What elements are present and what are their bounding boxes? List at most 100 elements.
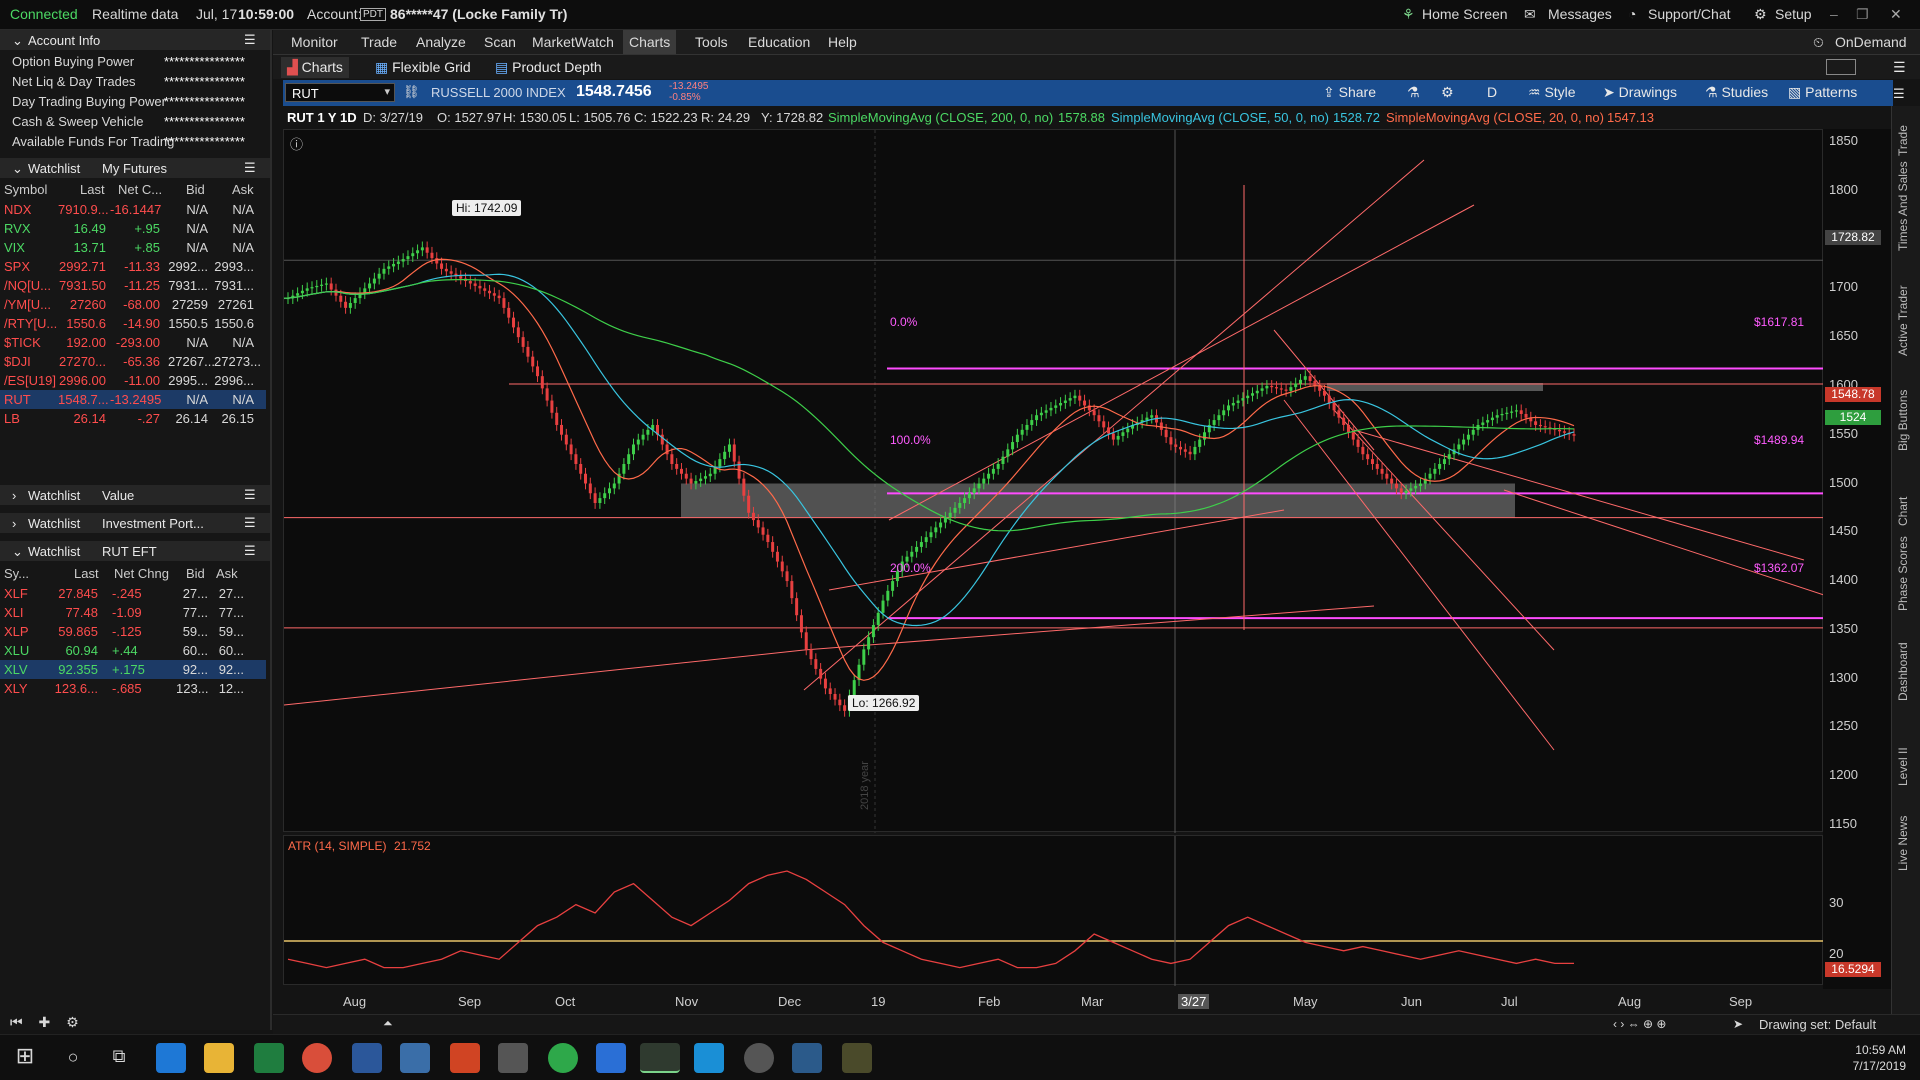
flask-icon[interactable]: ⚗ — [1407, 84, 1420, 101]
app-green-icon[interactable] — [548, 1043, 578, 1073]
chevron-down-icon[interactable]: ⌄ — [12, 544, 23, 560]
atr-study-panel[interactable]: ATR (14, SIMPLE) 21.752 — [283, 835, 1824, 986]
tool-app-icon[interactable] — [842, 1043, 872, 1073]
table-row[interactable]: $TICK 192.00 -293.00 N/A N/A — [0, 333, 266, 352]
messages-button[interactable]: Messages — [1548, 6, 1612, 22]
support-button[interactable]: Support/Chat — [1648, 6, 1731, 22]
scroll-controls[interactable]: ‹ › ⇔ ⊕ ⊕ — [1613, 1017, 1666, 1031]
table-row[interactable]: RUT 1548.7... -13.2495 N/A N/A — [0, 390, 266, 409]
grid-menu-icon[interactable]: ☰ — [1893, 59, 1906, 76]
edge-icon[interactable] — [156, 1043, 186, 1073]
snowflake-icon[interactable] — [792, 1043, 822, 1073]
task-view-icon[interactable]: ⧉ — [104, 1046, 134, 1076]
chevron-right-icon[interactable]: › — [12, 516, 16, 531]
right-tab-big-buttons[interactable]: Big Buttons — [1896, 390, 1910, 451]
atr-label[interactable]: ATR (14, SIMPLE) — [288, 839, 386, 853]
thinkorswim-icon[interactable] — [640, 1043, 680, 1073]
windows-start-icon[interactable]: ⊞ — [10, 1043, 40, 1073]
menu-icon[interactable]: ☰ — [244, 515, 256, 531]
chevron-down-icon[interactable]: ⌄ — [12, 161, 23, 177]
tab-flexible-grid[interactable]: ▦ Flexible Grid — [375, 59, 471, 76]
symbol-input[interactable]: RUT ▾ — [285, 83, 395, 102]
menu-trade[interactable]: Trade — [361, 34, 397, 50]
cursor-icon[interactable]: ➤ — [1733, 1017, 1743, 1031]
sma20-label[interactable]: SimpleMovingAvg (CLOSE, 20, 0, no) — [1386, 110, 1604, 125]
menu-icon[interactable]: ☰ — [244, 487, 256, 503]
link-icon[interactable]: ⛓ — [403, 84, 420, 100]
ondemand-icon[interactable]: ⏲ — [1813, 34, 1824, 51]
table-row[interactable]: XLU 60.94 +.44 60... 60... — [0, 641, 266, 660]
share-button[interactable]: ⇪ Share — [1323, 84, 1376, 101]
menu-marketwatch[interactable]: MarketWatch — [532, 34, 614, 50]
drawing-set-selector[interactable]: Drawing set: Default — [1759, 1017, 1876, 1032]
menu-icon[interactable]: ☰ — [244, 160, 256, 176]
file-explorer-icon[interactable] — [204, 1043, 234, 1073]
chrome-icon[interactable] — [302, 1043, 332, 1073]
right-tab-phase-scores[interactable]: Phase Scores — [1896, 536, 1910, 611]
home-screen-icon[interactable]: ⚘ — [1402, 6, 1415, 23]
search-icon[interactable]: ○ — [58, 1047, 88, 1077]
collapse-icon[interactable]: ⏮ — [10, 1014, 23, 1030]
table-row[interactable]: XLI 77.48 -1.09 77... 77... — [0, 603, 266, 622]
table-row[interactable]: /RTY[U... 1550.6 -14.90 1550.5 1550.6 — [0, 314, 266, 333]
style-button[interactable]: ♒ Style — [1528, 84, 1576, 101]
table-row[interactable]: LB 26.14 -.27 26.14 26.15 — [0, 409, 266, 428]
clock-date[interactable]: 7/17/2019 — [1853, 1059, 1906, 1073]
checkmark-app-icon[interactable] — [596, 1043, 626, 1073]
menu-icon[interactable]: ☰ — [244, 543, 256, 559]
watchlist-header-rut-eft[interactable]: ⌄ Watchlist RUT EFT ☰ — [0, 541, 270, 561]
skype-icon[interactable] — [694, 1043, 724, 1073]
right-tab-level-ii[interactable]: Level II — [1896, 747, 1910, 786]
sma200-label[interactable]: SimpleMovingAvg (CLOSE, 200, 0, no) — [828, 110, 1053, 125]
table-row[interactable]: RVX 16.49 +.95 N/A N/A — [0, 219, 266, 238]
chevron-right-icon[interactable]: › — [12, 488, 16, 503]
chevron-down-icon[interactable]: ▾ — [384, 85, 390, 98]
right-tab-trade[interactable]: Trade — [1896, 125, 1910, 156]
account-info-header[interactable]: ⌄ Account Info ☰ — [0, 30, 270, 50]
table-row[interactable]: /NQ[U... 7931.50 -11.25 7931... 7931... — [0, 276, 266, 295]
watchlist-header-futures[interactable]: ⌄ Watchlist My Futures ☰ — [0, 158, 270, 178]
layout-icon[interactable] — [1826, 59, 1856, 75]
menu-icon[interactable]: ☰ — [244, 32, 256, 48]
menu-scan[interactable]: Scan — [484, 34, 516, 50]
clock-time[interactable]: 10:59 AM — [1855, 1043, 1906, 1057]
right-tab-live-news[interactable]: Live News — [1896, 816, 1910, 871]
price-axis[interactable]: 1850180017501700165016001550150014501400… — [1823, 129, 1891, 989]
word-icon[interactable] — [352, 1043, 382, 1073]
table-row[interactable]: SPX 2992.71 -11.33 2992... 2993... — [0, 257, 266, 276]
chevron-down-icon[interactable]: ⌄ — [12, 33, 23, 49]
powerpoint-icon[interactable] — [450, 1043, 480, 1073]
table-row[interactable]: XLP 59.865 -.125 59... 59... — [0, 622, 266, 641]
expand-icon[interactable]: ⏶ — [383, 1016, 393, 1031]
patterns-button[interactable]: ▧ Patterns — [1788, 84, 1857, 101]
info-icon[interactable]: ⓘ — [290, 134, 303, 153]
time-axis[interactable]: Aug Sep Oct Nov Dec 19 Feb Mar 3/27 May Jun Jul Aug S… — [283, 990, 1823, 1014]
menu-education[interactable]: Education — [748, 34, 810, 50]
watchlist-header-investment[interactable]: › Watchlist Investment Port... ☰ — [0, 513, 270, 533]
aggregation-d-button[interactable]: D — [1487, 84, 1497, 100]
drawings-button[interactable]: ➤ Drawings — [1603, 84, 1677, 101]
restore-icon[interactable]: ❐ — [1856, 6, 1869, 23]
realtime-status[interactable]: Realtime data — [92, 6, 178, 22]
close-icon[interactable]: ✕ — [1890, 6, 1902, 23]
table-row[interactable]: $DJI 27270... -65.36 27267... 27273... — [0, 352, 266, 371]
table-row[interactable]: NDX 7910.9... -16.1447 N/A N/A — [0, 200, 266, 219]
ondemand-button[interactable]: OnDemand — [1835, 34, 1907, 50]
sidebar-gear-icon[interactable]: ⚙ — [66, 1014, 79, 1030]
price-chart-svg[interactable] — [272, 130, 1825, 833]
right-tab-chart[interactable]: Chart — [1896, 497, 1910, 526]
table-row[interactable]: VIX 13.71 +.85 N/A N/A — [0, 238, 266, 257]
excel-icon[interactable] — [254, 1043, 284, 1073]
menu-tools[interactable]: Tools — [695, 34, 728, 50]
store-icon[interactable] — [498, 1043, 528, 1073]
right-tab-times-and-sales[interactable]: Times And Sales — [1896, 161, 1910, 251]
table-row[interactable]: XLY 123.6... -.685 123... 12... — [0, 679, 266, 698]
sma50-label[interactable]: SimpleMovingAvg (CLOSE, 50, 0, no) — [1111, 110, 1329, 125]
menu-monitor[interactable]: Monitor — [291, 34, 338, 50]
add-icon[interactable]: ✚ — [39, 1014, 51, 1030]
watchlist-name[interactable]: My Futures — [102, 161, 167, 176]
support-icon[interactable]: ◔ — [1628, 6, 1636, 22]
studies-button[interactable]: ⚗ Studies — [1705, 84, 1768, 101]
watchlist-header-value[interactable]: › Watchlist Value ☰ — [0, 485, 270, 505]
chart-menu-icon[interactable]: ☰ — [1893, 86, 1905, 102]
